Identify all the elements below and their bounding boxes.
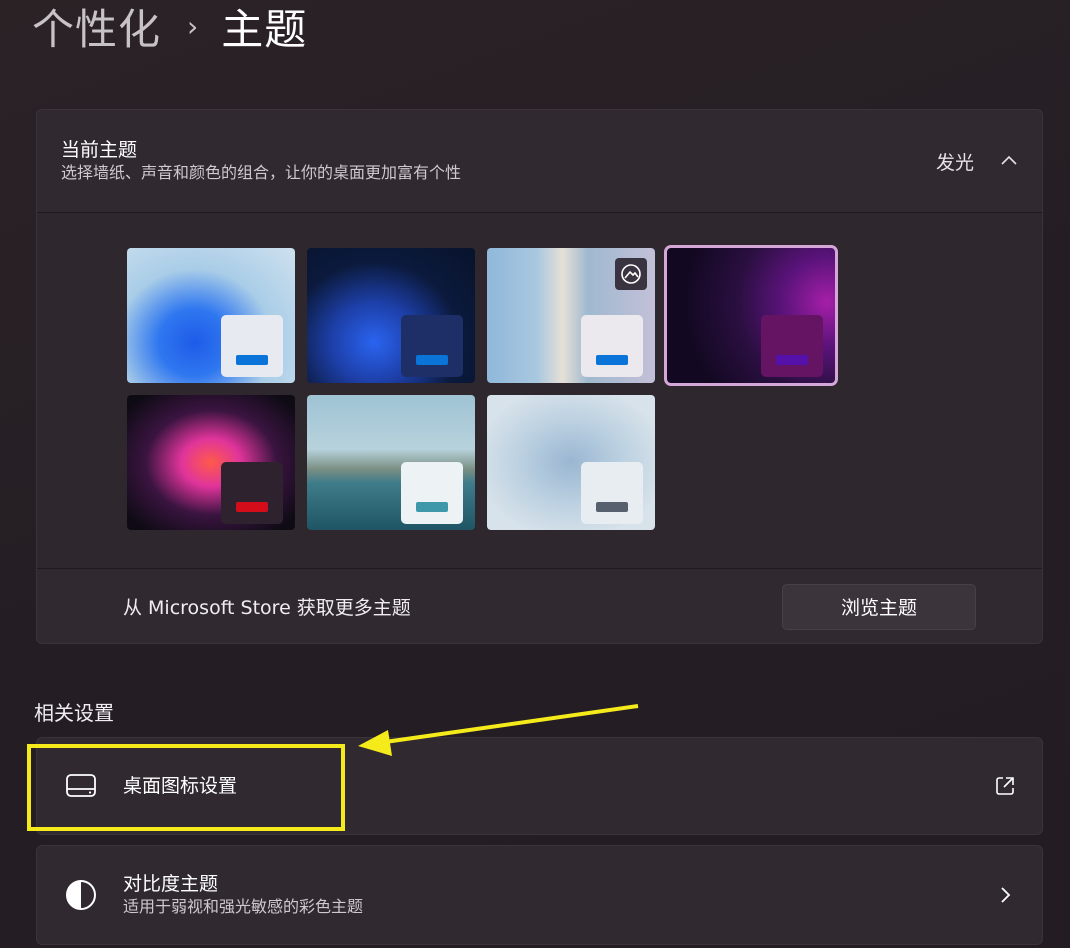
annotation-arrow [358, 704, 639, 756]
